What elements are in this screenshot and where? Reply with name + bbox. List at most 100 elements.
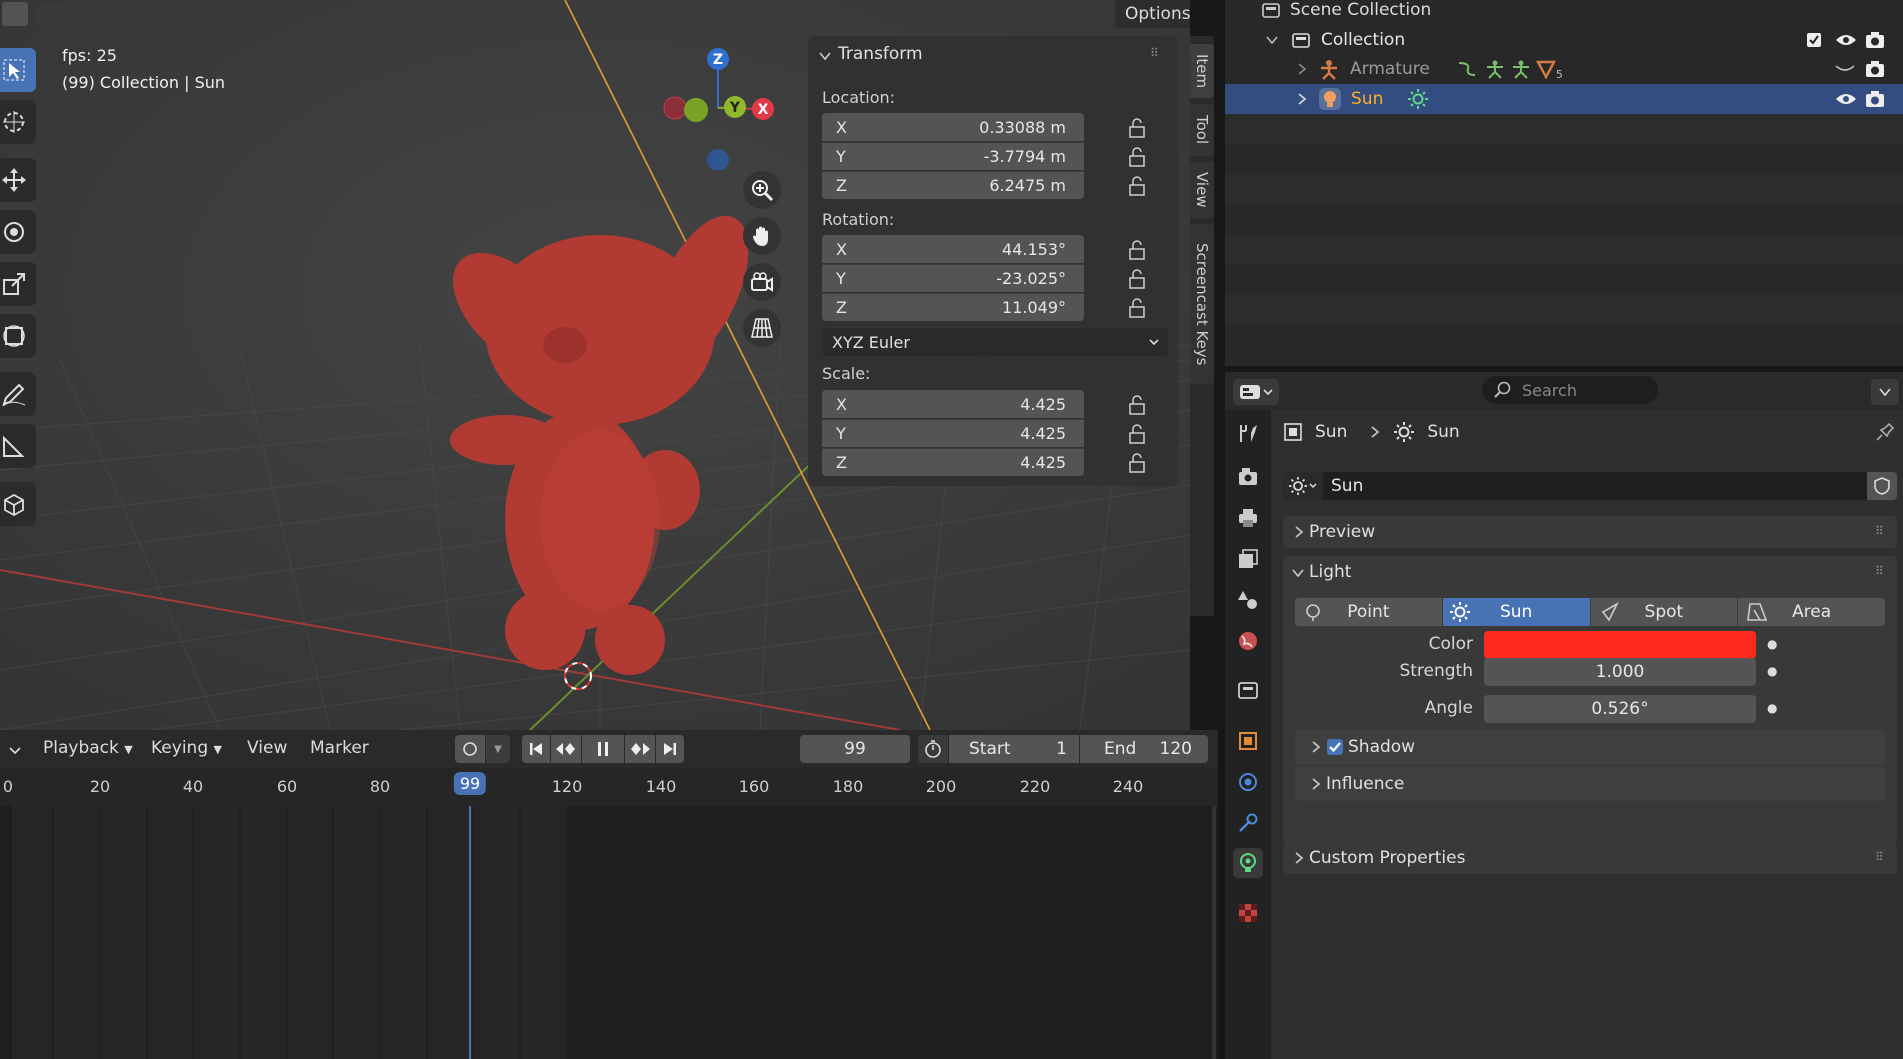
preview-panel[interactable]: Preview ⠿ [1283, 516, 1897, 548]
timeline-ruler[interactable]: 0 20 40 60 80 99 120 140 160 180 200 220… [0, 768, 1218, 806]
3d-viewport[interactable]: Options ▼ fps: 25 (99) Collection | Sun [0, 0, 1190, 730]
keying-menu[interactable]: Keying ▼ [151, 738, 222, 758]
outliner-row-scene-collection[interactable]: Scene Collection [1225, 0, 1903, 25]
tab-physics[interactable] [1233, 767, 1263, 797]
options-menu-button[interactable] [1871, 379, 1899, 405]
unlock-icon[interactable] [1126, 394, 1148, 416]
tab-collection[interactable] [1233, 675, 1263, 705]
marker-menu[interactable]: Marker [310, 738, 369, 758]
camera-icon[interactable] [1865, 31, 1885, 49]
outliner-row-sun[interactable]: Sun [1225, 84, 1903, 114]
tab-texture[interactable] [1233, 898, 1263, 928]
rotation-x-field[interactable]: X 44.153° [822, 235, 1084, 263]
measure-tool[interactable] [0, 424, 36, 468]
unlock-icon[interactable] [1126, 423, 1148, 445]
pause-button[interactable] [582, 735, 624, 763]
keying-options-button[interactable]: ▼ [486, 735, 510, 763]
start-frame-field[interactable]: Start 1 [949, 735, 1079, 763]
rotation-mode-dropdown[interactable]: XYZ Euler [822, 328, 1168, 356]
tab-object[interactable] [1233, 726, 1263, 756]
options-dropdown[interactable]: Options ▼ [1115, 0, 1190, 28]
shadow-subpanel[interactable]: Shadow [1295, 730, 1885, 764]
current-frame-field[interactable]: 99 [800, 735, 910, 763]
tab-item[interactable]: Item [1190, 44, 1214, 98]
preview-range-button[interactable] [918, 735, 948, 763]
editor-type-button[interactable] [1233, 379, 1279, 405]
chevron-down-icon[interactable] [1265, 33, 1279, 47]
unlock-icon[interactable] [1126, 146, 1148, 168]
drag-handle-icon[interactable]: ⠿ [1875, 850, 1884, 864]
drag-handle-icon[interactable]: ⠿ [1875, 564, 1884, 578]
custom-properties-panel[interactable]: Custom Properties ⠿ [1283, 842, 1897, 874]
rotation-y-field[interactable]: Y -23.025° [822, 264, 1084, 292]
checkbox-checked-icon[interactable] [1806, 32, 1822, 48]
pan-button[interactable] [743, 217, 781, 255]
angle-field[interactable]: 0.526° [1484, 695, 1756, 723]
tab-constraints[interactable] [1233, 808, 1263, 838]
rotation-z-field[interactable]: Z 11.049° [822, 293, 1084, 321]
light-type-area[interactable]: Area [1738, 598, 1885, 626]
eye-icon[interactable] [1835, 32, 1857, 48]
fake-user-button[interactable] [1867, 472, 1897, 500]
datablock-browse-button[interactable] [1283, 472, 1323, 500]
cursor-tool[interactable] [0, 100, 36, 144]
outliner-row-armature[interactable]: Armature 5 [1225, 54, 1903, 84]
tab-view-layer[interactable] [1233, 544, 1263, 574]
animate-dot-icon[interactable]: ● [1767, 701, 1777, 715]
checkbox-checked-icon[interactable] [1326, 738, 1344, 756]
select-mode-subtract-button[interactable] [66, 2, 92, 26]
tab-output[interactable] [1233, 503, 1263, 533]
tab-tool[interactable] [1233, 418, 1263, 448]
editor-type-button[interactable] [0, 738, 22, 762]
prev-keyframe-button[interactable] [551, 735, 581, 763]
eye-closed-icon[interactable] [1834, 62, 1856, 76]
light-type-spot[interactable]: Spot [1590, 598, 1738, 626]
drag-handle-icon[interactable]: ⠿ [1150, 46, 1159, 60]
drag-handle-icon[interactable]: ⠿ [1875, 524, 1884, 538]
camera-icon[interactable] [1865, 60, 1885, 78]
chevron-right-icon[interactable] [1296, 62, 1308, 76]
select-mode-new-button[interactable] [2, 2, 28, 26]
navigation-gizmo[interactable]: Z Y X [655, 40, 785, 170]
camera-icon[interactable] [1865, 90, 1885, 108]
auto-keying-button[interactable] [455, 735, 485, 763]
playhead-frame-badge[interactable]: 99 [453, 772, 487, 795]
scale-y-field[interactable]: Y 4.425 [822, 419, 1084, 447]
light-type-point[interactable]: Point [1295, 598, 1442, 626]
jump-end-button[interactable] [656, 735, 684, 763]
tab-screencast-keys[interactable]: Screencast Keys [1190, 224, 1214, 384]
influence-subpanel[interactable]: Influence [1295, 767, 1885, 801]
chevron-right-icon[interactable] [1296, 92, 1308, 106]
tab-light-data[interactable] [1233, 848, 1263, 878]
location-z-field[interactable]: Z 6.2475 m [822, 171, 1084, 199]
select-box-tool[interactable] [0, 48, 36, 92]
chevron-down-icon[interactable] [818, 49, 832, 63]
outliner-row-collection[interactable]: Collection [1225, 25, 1903, 55]
unlock-icon[interactable] [1126, 117, 1148, 139]
add-cube-tool[interactable] [0, 482, 36, 526]
select-mode-intersect-button[interactable] [94, 2, 120, 26]
move-tool[interactable] [0, 158, 36, 202]
pin-icon[interactable] [1873, 422, 1895, 444]
animate-dot-icon[interactable]: ● [1767, 637, 1777, 651]
light-datablock-selector[interactable]: Sun [1283, 472, 1897, 500]
scale-tool[interactable] [0, 262, 36, 306]
color-swatch[interactable] [1484, 631, 1756, 659]
scale-x-field[interactable]: X 4.425 [822, 390, 1084, 418]
tab-world[interactable] [1233, 626, 1263, 656]
unlock-icon[interactable] [1126, 268, 1148, 290]
unlock-icon[interactable] [1126, 452, 1148, 474]
timeline-area[interactable] [0, 806, 1218, 1059]
end-frame-field[interactable]: End 120 [1080, 735, 1208, 763]
jump-start-button[interactable] [522, 735, 550, 763]
unlock-icon[interactable] [1126, 175, 1148, 197]
unlock-icon[interactable] [1126, 297, 1148, 319]
tab-tool[interactable]: Tool [1190, 104, 1214, 156]
playback-menu[interactable]: Playback ▼ [43, 738, 133, 758]
chevron-down-icon[interactable] [1291, 566, 1305, 580]
strength-field[interactable]: 1.000 [1484, 658, 1756, 686]
datablock-name-field[interactable]: Sun [1323, 472, 1867, 500]
eye-icon[interactable] [1835, 91, 1857, 107]
next-keyframe-button[interactable] [625, 735, 655, 763]
camera-view-button[interactable] [743, 263, 781, 301]
